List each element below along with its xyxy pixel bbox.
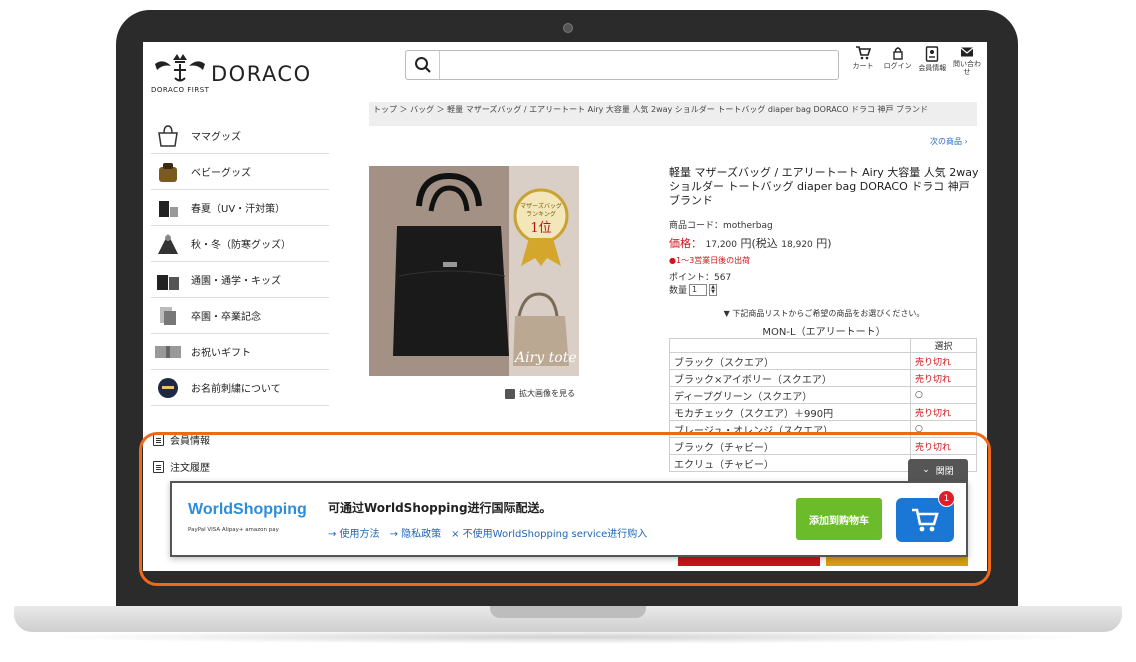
cart-icon xyxy=(856,46,871,60)
price-tax-value: 18,920 xyxy=(781,240,813,250)
quantity-row: 数量 1 ▲ ▼ xyxy=(669,283,979,296)
login-link[interactable]: ログイン xyxy=(882,46,914,90)
member-link[interactable]: 会員情報 xyxy=(916,46,948,90)
shipping-note: ●1〜3営業日後の出荷 xyxy=(669,256,751,265)
uv-goods-icon xyxy=(153,195,183,221)
product-price: 価格： 17,200 円(税込 18,920 円) xyxy=(669,235,979,251)
table-header-row: 選択 xyxy=(669,338,977,353)
variant-status: 売り切れ xyxy=(910,352,977,370)
member-label: 会員情報 xyxy=(918,64,947,72)
variant-name: ディープグリーン（スクエア） xyxy=(669,386,911,404)
sidebar-item-label: ママグッズ xyxy=(191,132,241,143)
search-button[interactable] xyxy=(406,51,440,79)
crown-emblem-icon xyxy=(155,54,205,82)
stage: DORACO FIRST DORACO カート ログイン 会員情報 問い合わせ … xyxy=(0,0,1136,662)
quantity-label: 数量 xyxy=(669,286,688,296)
embroidery-badge-icon xyxy=(153,375,183,401)
tote-bag-icon xyxy=(153,123,183,149)
price-tax-label: 円(税込 xyxy=(740,237,778,250)
gift-box-icon xyxy=(153,339,183,365)
sidebar-item-baby[interactable]: ベビーグッズ xyxy=(151,154,329,190)
sidebar-item-label: 通園・通学・キッズ xyxy=(191,276,281,287)
graduation-icon xyxy=(153,303,183,329)
cart-label: カート xyxy=(852,62,874,70)
variant-radio[interactable]: ○ xyxy=(910,386,977,404)
next-product-label: 次の商品 xyxy=(930,137,962,146)
select-note: ▼ 下記商品リストからご希望の商品をお選びください。 xyxy=(723,309,925,318)
quantity-stepper[interactable]: ▲ ▼ xyxy=(709,283,718,296)
product-title: 軽量 マザーズバッグ / エアリートート Airy 大容量 人気 2way ショ… xyxy=(669,166,979,207)
script-text: Airy tote xyxy=(513,350,577,366)
baby-bag-icon xyxy=(153,159,183,185)
contact-label: 問い合わせ xyxy=(952,60,981,76)
laptop-notch xyxy=(490,606,646,618)
variant-title: MON-L（エアリートート） xyxy=(762,327,886,338)
table-row[interactable]: ブラック（スクエア） 売り切れ xyxy=(669,352,977,370)
sidebar-item-spring-summer[interactable]: 春夏（UV・汗対策） xyxy=(151,190,329,226)
next-product-link[interactable]: 次の商品 › xyxy=(930,136,968,147)
highlight-frame xyxy=(139,432,991,586)
zoom-icon xyxy=(505,388,515,399)
badge-rank: 1位 xyxy=(530,221,551,236)
logo-name: DORACO xyxy=(211,62,312,86)
zoom-image-link[interactable]: 拡大画像を見る xyxy=(505,388,575,399)
product-image[interactable]: マザーズバッグ ランキング 1位 Airy tote xyxy=(369,166,579,376)
variant-name: モカチェック（スクエア）＋990円 xyxy=(669,403,911,421)
product-code: 商品コード：motherbag xyxy=(669,221,773,231)
search-icon xyxy=(414,57,431,73)
sidebar-item-graduation[interactable]: 卒園・卒業記念 xyxy=(151,298,329,334)
badge-line1: マザーズバッグ xyxy=(520,202,562,210)
member-icon xyxy=(926,46,939,62)
variant-name: ブラック（スクエア） xyxy=(669,352,911,370)
table-row[interactable]: ブラック×アイボリー（スクエア） 売り切れ xyxy=(669,369,977,387)
mail-icon xyxy=(960,47,974,57)
sidebar-item-label: 秋・冬（防寒グッズ） xyxy=(191,240,291,251)
table-header-empty xyxy=(669,338,911,353)
variant-name: ブラック×アイボリー（スクエア） xyxy=(669,369,911,387)
sidebar-item-label: お名前刺繍について xyxy=(191,384,281,395)
camera xyxy=(563,23,573,33)
table-row[interactable]: ディープグリーン（スクエア） ○ xyxy=(669,386,977,404)
product-info: 軽量 マザーズバッグ / エアリートート Airy 大容量 人気 2way ショ… xyxy=(669,166,979,338)
laptop-shadow xyxy=(40,630,1096,644)
cart-link[interactable]: カート xyxy=(847,46,879,90)
sidebar-item-gift[interactable]: お祝いギフト xyxy=(151,334,329,370)
winter-cape-icon xyxy=(153,231,183,257)
search-input[interactable] xyxy=(444,54,834,76)
variant-status: 売り切れ xyxy=(910,403,977,421)
sidebar-item-label: 春夏（UV・汗対策） xyxy=(191,204,286,215)
badge-line2: ランキング xyxy=(526,210,556,218)
variant-status: 売り切れ xyxy=(910,369,977,387)
login-label: ログイン xyxy=(883,62,912,70)
site-logo[interactable]: DORACO FIRST DORACO xyxy=(151,50,321,96)
login-icon xyxy=(892,47,903,60)
sidebar-item-autumn-winter[interactable]: 秋・冬（防寒グッズ） xyxy=(151,226,329,262)
logo-subtitle: DORACO FIRST xyxy=(151,86,210,94)
sidebar-item-label: お祝いギフト xyxy=(191,348,251,359)
price-label: 価格： xyxy=(669,237,702,250)
sidebar-item-embroidery[interactable]: お名前刺繍について xyxy=(151,370,329,406)
point-value: ポイント：567 xyxy=(669,273,732,283)
sidebar-item-mama[interactable]: ママグッズ xyxy=(151,118,329,154)
sidebar-item-school[interactable]: 通園・通学・キッズ xyxy=(151,262,329,298)
sidebar-item-label: ベビーグッズ xyxy=(191,168,251,179)
zoom-label: 拡大画像を見る xyxy=(519,389,575,398)
school-bag-icon xyxy=(153,267,183,293)
sidebar-item-label: 卒園・卒業記念 xyxy=(191,312,261,323)
price-tail: 円) xyxy=(816,237,832,250)
table-row[interactable]: モカチェック（スクエア）＋990円 売り切れ xyxy=(669,403,977,421)
quantity-input[interactable]: 1 xyxy=(689,283,708,296)
contact-link[interactable]: 問い合わせ xyxy=(951,46,983,90)
price-value: 17,200 xyxy=(705,240,738,250)
product-photo: マザーズバッグ ランキング 1位 Airy tote xyxy=(369,166,579,376)
breadcrumb[interactable]: トップ ＞ バッグ ＞ 軽量 マザーズバッグ / エアリートート Airy 大容… xyxy=(369,102,977,126)
search-bar xyxy=(405,50,839,80)
table-header-select: 選択 xyxy=(910,338,977,353)
header-icons: カート ログイン 会員情報 問い合わせ xyxy=(847,46,983,90)
category-sidebar: ママグッズ ベビーグッズ 春夏（UV・汗対策） 秋・冬（防寒グッズ） 通園・通学… xyxy=(151,118,329,406)
